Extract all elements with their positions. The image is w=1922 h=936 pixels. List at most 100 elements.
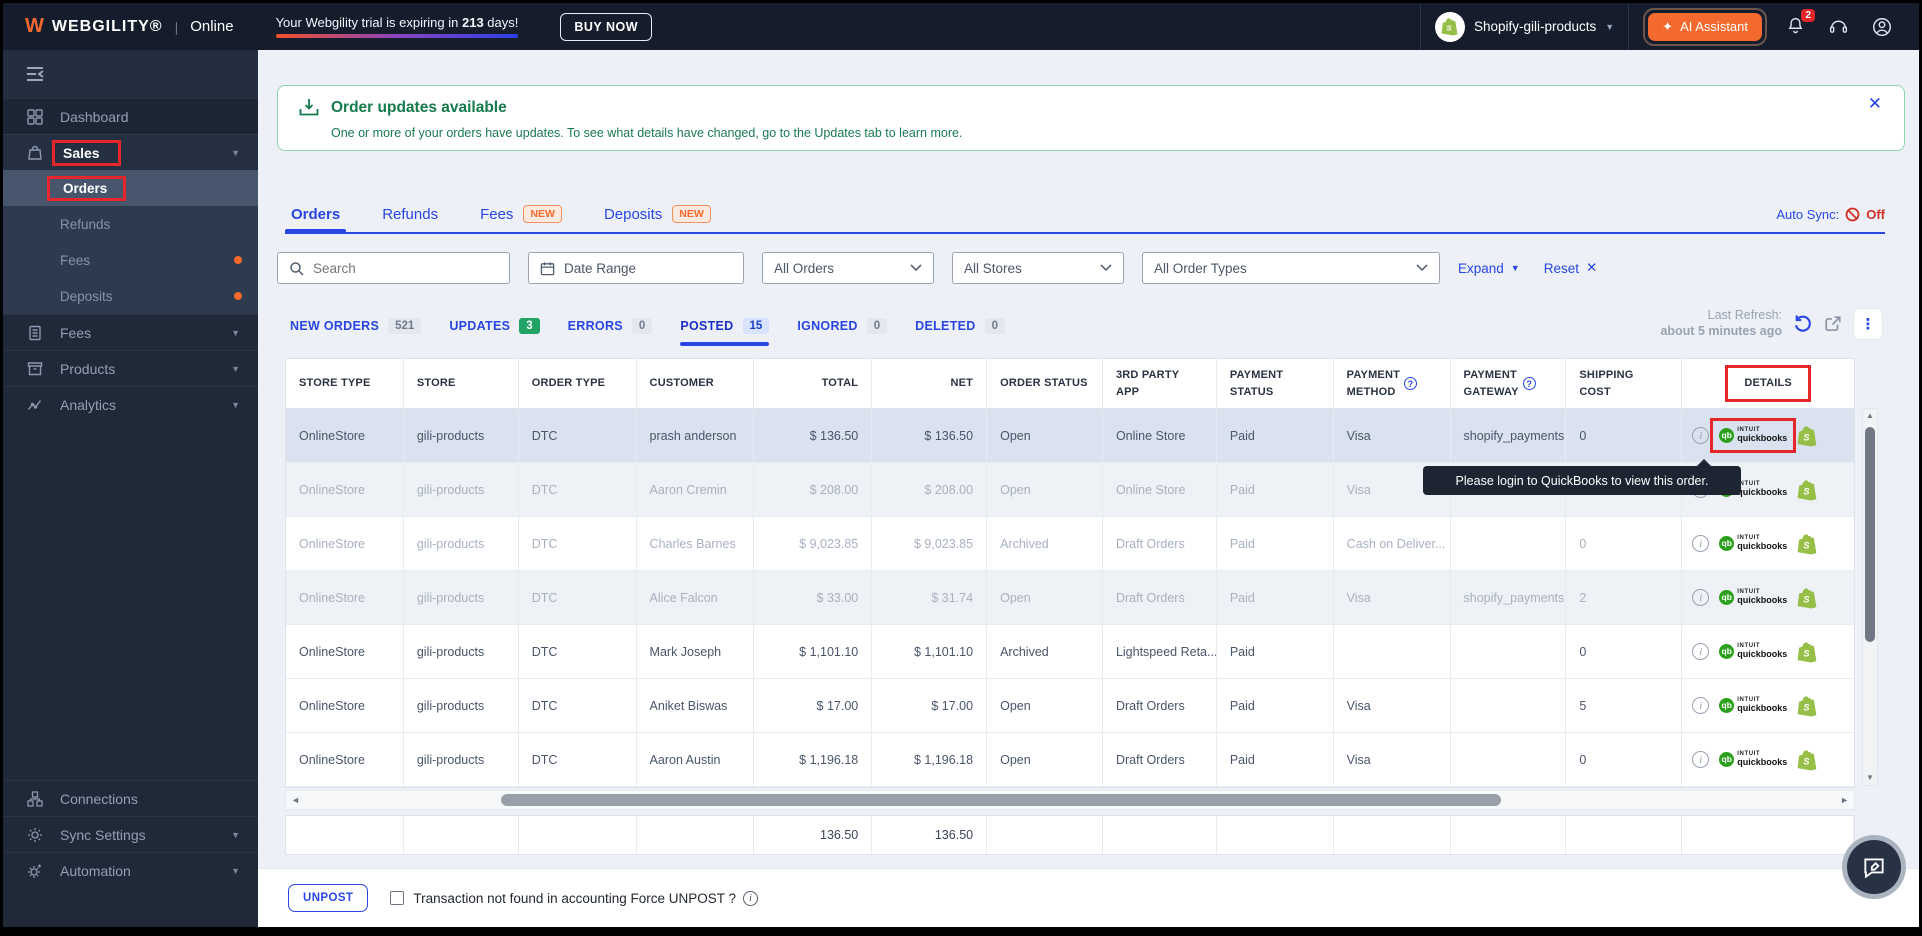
column-header-order_status[interactable]: ORDER STATUS	[987, 359, 1103, 408]
cell-details[interactable]: i qbINTUITquickbooks S	[1682, 571, 1854, 624]
more-options-button[interactable]: ⋮	[1853, 308, 1883, 340]
sidebar-item-fees[interactable]: Fees ▼	[3, 314, 258, 350]
store-filter-select[interactable]: All Stores	[952, 252, 1124, 284]
reset-button[interactable]: Reset✕	[1544, 260, 1598, 276]
tab-deposits[interactable]: DepositsNEW	[598, 205, 717, 223]
sidebar-item-sync-settings[interactable]: Sync Settings ▼	[3, 816, 258, 852]
tab-fees[interactable]: FeesNEW	[474, 205, 568, 223]
subtab-new-orders[interactable]: NEW ORDERS521	[290, 318, 421, 338]
sidebar-item-orders[interactable]: Orders	[3, 170, 258, 206]
sidebar-item-analytics[interactable]: Analytics ▼	[3, 386, 258, 422]
vertical-scroll-thumb[interactable]	[1865, 427, 1875, 642]
column-header-store[interactable]: STORE	[404, 359, 519, 408]
info-icon[interactable]: i	[1692, 427, 1709, 444]
table-row[interactable]: OnlineStoregili-productsDTCAniket Biswas…	[286, 679, 1854, 733]
sidebar-item-sales[interactable]: Sales ▼	[3, 134, 258, 170]
shopify-store-icon[interactable]: S	[1435, 12, 1465, 42]
shopify-icon[interactable]: S	[1797, 641, 1817, 663]
subtab-errors[interactable]: ERRORS0	[568, 318, 653, 338]
cell-details[interactable]: i qbINTUITquickbooks S	[1682, 625, 1854, 678]
tab-refunds[interactable]: Refunds	[376, 206, 444, 223]
help-icon[interactable]: ?	[1523, 377, 1536, 390]
sidebar-item-refunds[interactable]: Refunds	[3, 206, 258, 242]
info-icon[interactable]: i	[1692, 589, 1709, 606]
refresh-button[interactable]	[1793, 314, 1813, 334]
search-input[interactable]	[313, 261, 498, 276]
column-header-customer[interactable]: CUSTOMER	[637, 359, 755, 408]
search-box[interactable]	[277, 252, 510, 284]
quickbooks-icon[interactable]: qbINTUITquickbooks	[1719, 697, 1787, 713]
column-header-net[interactable]: NET	[872, 359, 987, 408]
order-type-filter-select[interactable]: All Order Types	[1142, 252, 1440, 284]
sidebar-item-dashboard[interactable]: Dashboard	[3, 98, 258, 134]
column-header-third_party_app[interactable]: 3RD PARTY APP	[1103, 359, 1217, 408]
shopify-icon[interactable]: S	[1797, 749, 1817, 771]
horizontal-scroll-thumb[interactable]	[501, 794, 1501, 806]
chevron-down-icon[interactable]: ▼	[1605, 22, 1614, 32]
column-header-details[interactable]: DETAILS	[1682, 359, 1854, 408]
export-button[interactable]	[1824, 315, 1842, 333]
info-icon[interactable]: i	[1692, 751, 1709, 768]
quickbooks-icon[interactable]: qbINTUITquickbooks	[1719, 643, 1787, 659]
shopify-icon[interactable]: S	[1797, 695, 1817, 717]
column-header-store_type[interactable]: STORE TYPE	[286, 359, 404, 408]
info-icon[interactable]: i	[1692, 535, 1709, 552]
column-header-payment_method[interactable]: PAYMENT METHOD?	[1334, 359, 1451, 408]
table-row[interactable]: OnlineStoregili-productsDTCCharles Barne…	[286, 517, 1854, 571]
shopify-icon[interactable]: S	[1797, 479, 1817, 501]
chat-widget-button[interactable]	[1842, 835, 1906, 899]
sidebar-item-connections[interactable]: Connections	[3, 780, 258, 816]
table-row[interactable]: OnlineStoregili-productsDTCprash anderso…	[286, 409, 1854, 463]
cell-details[interactable]: i qbINTUITquickbooks S	[1682, 517, 1854, 570]
subtab-updates[interactable]: UPDATES3	[449, 318, 539, 338]
shopify-icon[interactable]: S	[1797, 587, 1817, 609]
date-range-picker[interactable]: Date Range	[528, 252, 744, 284]
sidebar-item-products[interactable]: Products ▼	[3, 350, 258, 386]
scroll-down-arrow[interactable]: ▼	[1863, 771, 1877, 785]
unpost-button[interactable]: UNPOST	[288, 884, 368, 912]
notifications-button[interactable]: 2	[1785, 16, 1806, 37]
quickbooks-icon[interactable]: qbINTUITquickbooks	[1719, 589, 1787, 605]
column-header-payment_gateway[interactable]: PAYMENT GATEWAY?	[1451, 359, 1567, 408]
scroll-left-arrow[interactable]: ◄	[286, 795, 305, 805]
subtab-deleted[interactable]: DELETED0	[915, 318, 1005, 338]
ai-assistant-button[interactable]: ✦AI Assistant	[1648, 13, 1762, 41]
shopify-icon[interactable]: S	[1797, 533, 1817, 555]
table-row[interactable]: OnlineStoregili-productsDTCAaron Austin$…	[286, 733, 1854, 787]
info-icon[interactable]: i	[743, 891, 758, 906]
cell-details[interactable]: iqbINTUITquickbooksS	[1682, 409, 1854, 462]
quickbooks-icon[interactable]: qbINTUITquickbooks	[1719, 535, 1787, 551]
auto-sync-status[interactable]: Auto Sync: Off	[1776, 207, 1885, 222]
support-button[interactable]	[1828, 16, 1849, 37]
cell-details[interactable]: i qbINTUITquickbooks S	[1682, 679, 1854, 732]
info-icon[interactable]: i	[1692, 697, 1709, 714]
cell-details[interactable]: i qbINTUITquickbooks S	[1682, 733, 1854, 786]
column-header-total[interactable]: TOTAL	[754, 359, 872, 408]
quickbooks-icon[interactable]: qbINTUITquickbooks	[1719, 751, 1787, 767]
sidebar-item-fees-sub[interactable]: Fees	[3, 242, 258, 278]
tab-orders[interactable]: Orders	[285, 206, 346, 223]
order-filter-select[interactable]: All Orders	[762, 252, 934, 284]
shopify-icon[interactable]: S	[1797, 425, 1817, 447]
sidebar-item-deposits[interactable]: Deposits	[3, 278, 258, 314]
table-row[interactable]: OnlineStoregili-productsDTCMark Joseph$ …	[286, 625, 1854, 679]
account-button[interactable]	[1871, 16, 1893, 38]
column-header-order_type[interactable]: ORDER TYPE	[519, 359, 637, 408]
expand-button[interactable]: Expand▼	[1458, 261, 1520, 276]
column-header-shipping_cost[interactable]: SHIPPING COST	[1566, 359, 1682, 408]
sidebar-collapse-button[interactable]	[25, 66, 45, 82]
subtab-ignored[interactable]: IGNORED0	[797, 318, 887, 338]
buy-now-button[interactable]: BUY NOW	[560, 13, 652, 41]
info-icon[interactable]: i	[1692, 643, 1709, 660]
horizontal-scrollbar[interactable]: ◄ ►	[285, 790, 1855, 810]
scroll-right-arrow[interactable]: ►	[1835, 795, 1854, 805]
force-unpost-checkbox[interactable]	[390, 891, 404, 905]
help-icon[interactable]: ?	[1404, 377, 1417, 390]
column-header-payment_status[interactable]: PAYMENT STATUS	[1217, 359, 1334, 408]
close-icon[interactable]: ✕	[1868, 94, 1882, 114]
store-selector[interactable]: Shopify-gili-products	[1474, 19, 1596, 34]
table-row[interactable]: OnlineStoregili-productsDTCAlice Falcon$…	[286, 571, 1854, 625]
scroll-up-arrow[interactable]: ▲	[1863, 409, 1877, 423]
vertical-scrollbar[interactable]: ▲ ▼	[1862, 408, 1878, 786]
subtab-posted[interactable]: POSTED15	[680, 318, 769, 338]
